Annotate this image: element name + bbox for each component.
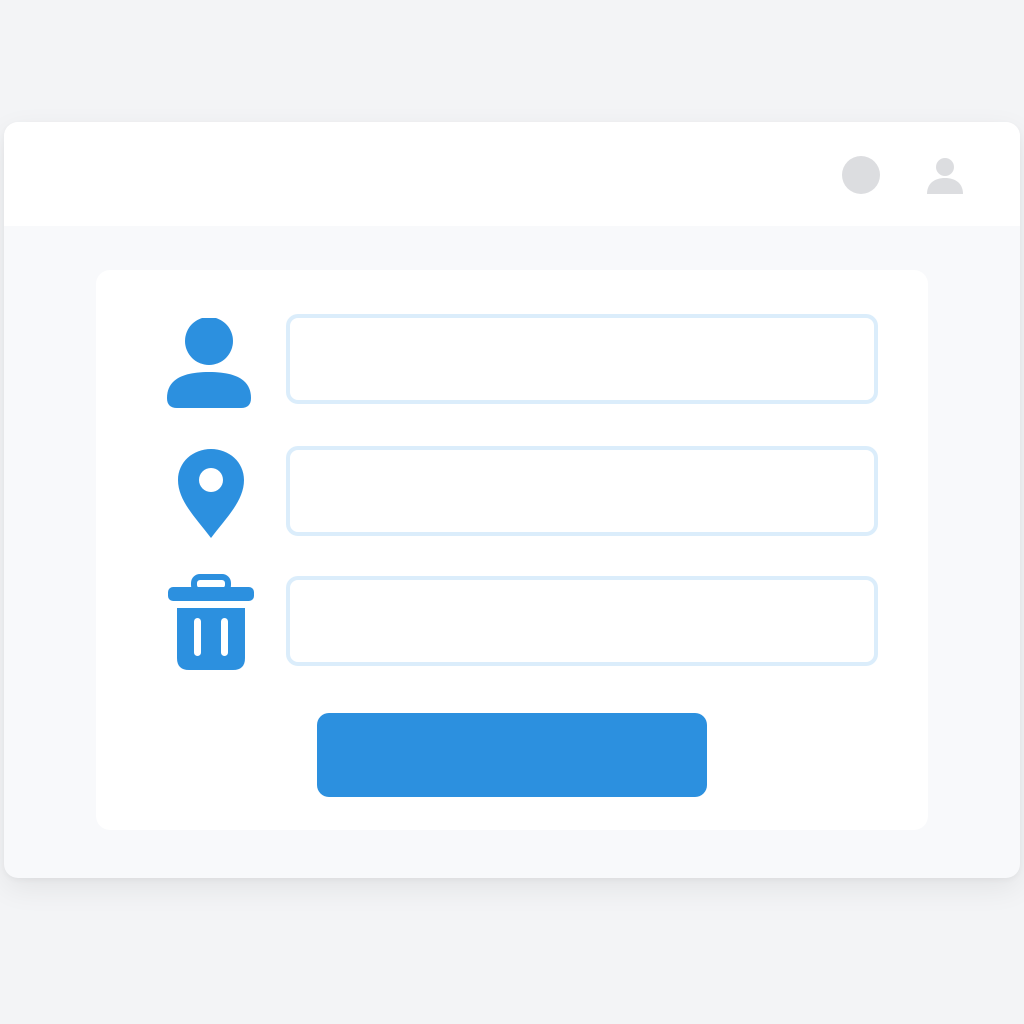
app-window bbox=[4, 122, 1020, 878]
form-card bbox=[96, 270, 928, 830]
name-input[interactable] bbox=[286, 314, 878, 404]
third-input[interactable] bbox=[286, 576, 878, 666]
submit-button[interactable] bbox=[317, 713, 707, 797]
location-input[interactable] bbox=[286, 446, 878, 536]
header-bar bbox=[4, 122, 1020, 226]
trash-icon bbox=[168, 574, 254, 670]
user-avatar-icon[interactable] bbox=[924, 154, 966, 196]
user-icon bbox=[167, 318, 251, 408]
circle-icon[interactable] bbox=[842, 156, 880, 194]
location-pin-icon bbox=[178, 449, 244, 538]
